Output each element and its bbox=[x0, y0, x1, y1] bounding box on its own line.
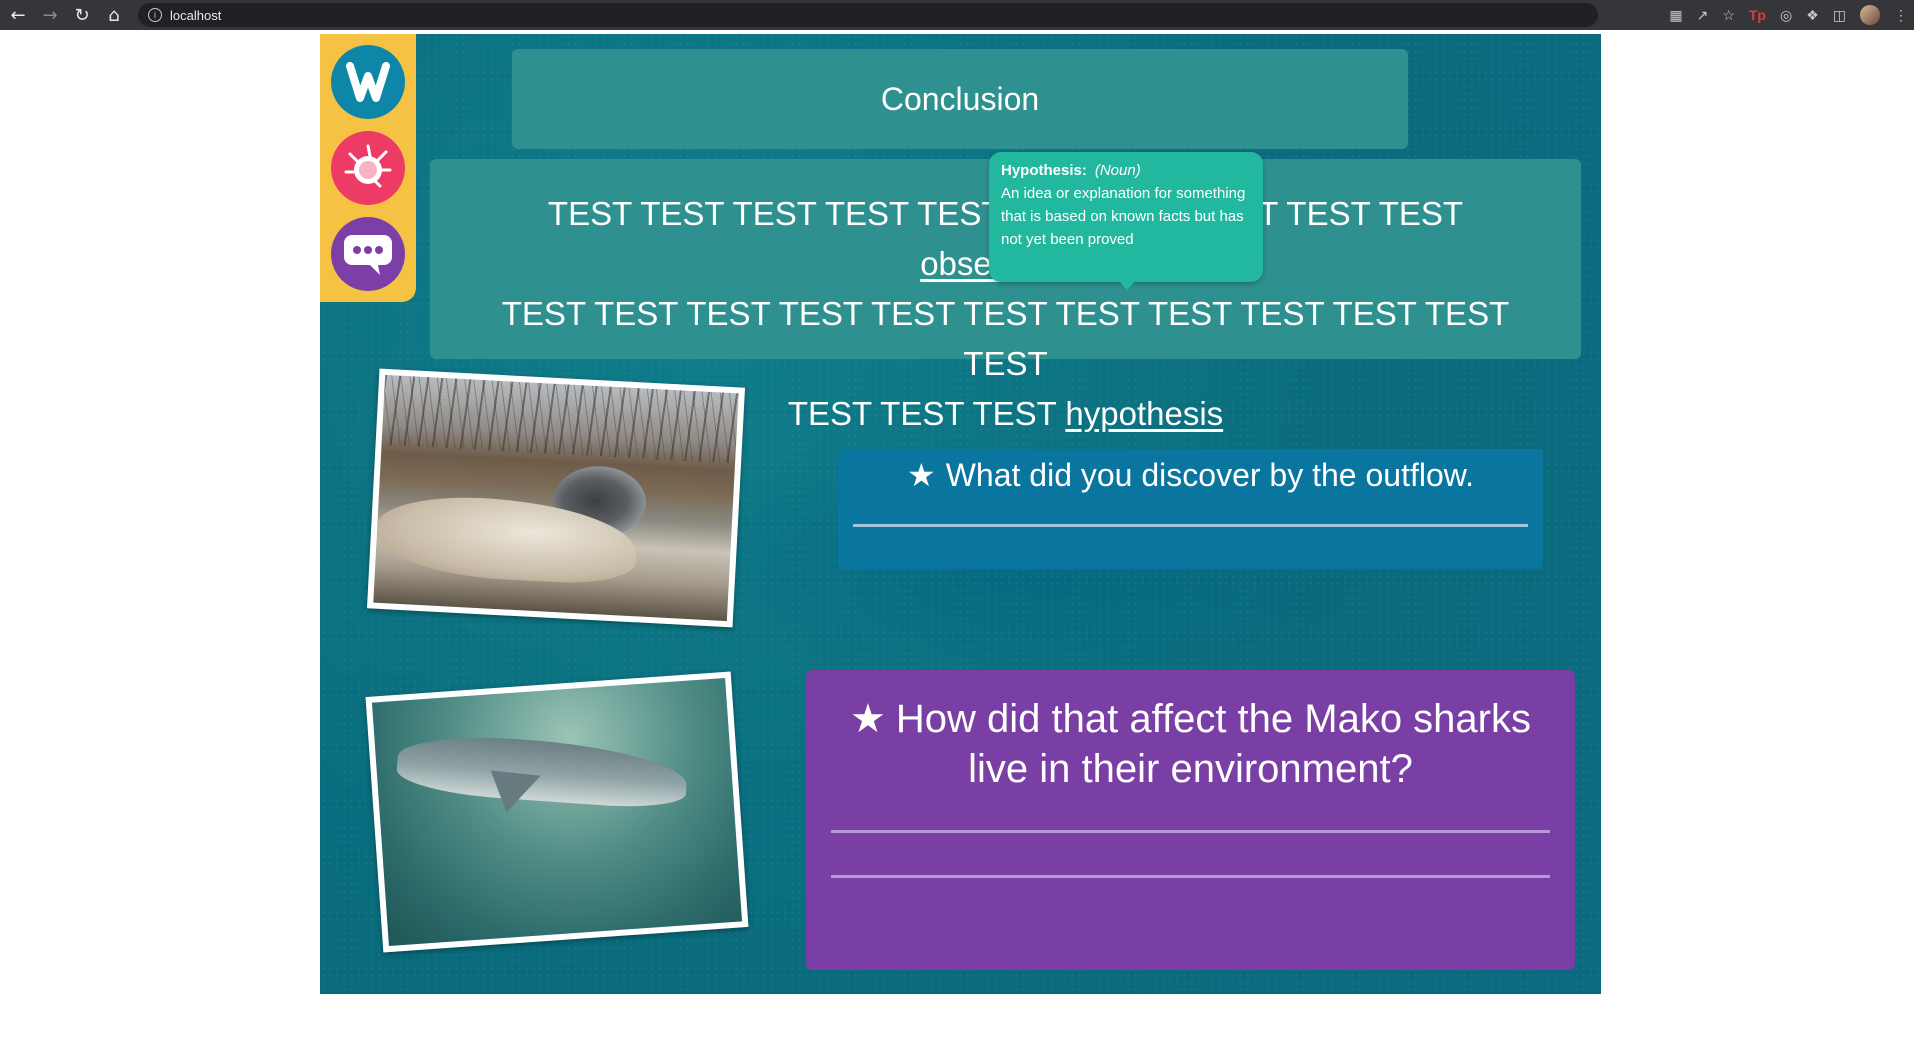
splat-icon bbox=[344, 144, 392, 188]
question-card-mako: ★ How did that affect the Mako sharks liv… bbox=[806, 670, 1575, 970]
shark-photo bbox=[365, 671, 749, 953]
profile-avatar[interactable] bbox=[1860, 5, 1880, 25]
answer-line[interactable] bbox=[853, 524, 1528, 527]
forward-arrow-icon[interactable]: → bbox=[36, 1, 64, 29]
title-banner: Conclusion bbox=[512, 49, 1408, 149]
question-text-outflow: ★ What did you discover by the outflow. bbox=[838, 455, 1543, 495]
address-bar[interactable]: i localhost bbox=[138, 3, 1598, 27]
shark-photo-image bbox=[371, 677, 743, 947]
tooltip-definition: An idea or explanation for something tha… bbox=[1001, 185, 1246, 248]
side-panel-icon[interactable]: ◫ bbox=[1833, 7, 1846, 24]
menu-kebab-icon[interactable]: ⋮ bbox=[1894, 7, 1908, 24]
logo-w-button[interactable] bbox=[331, 45, 405, 119]
question-card-outflow: ★ What did you discover by the outflow. bbox=[838, 449, 1543, 569]
splat-button[interactable] bbox=[331, 131, 405, 205]
extensions-area: ▦ ↗ ☆ Tp ◎ ❖ ◫ ⋮ bbox=[1669, 5, 1908, 25]
page-title: Conclusion bbox=[880, 80, 1040, 117]
translate-icon[interactable]: ▦ bbox=[1669, 7, 1682, 24]
url-text: localhost bbox=[170, 7, 222, 23]
browser-toolbar: ← → ↻ ⌂ i localhost ▦ ↗ ☆ Tp ◎ ❖ ◫ ⋮ bbox=[0, 0, 1914, 30]
outflow-photo bbox=[366, 368, 746, 628]
extension-glasses-icon[interactable]: ◎ bbox=[1780, 7, 1792, 24]
outflow-photo-image bbox=[373, 374, 739, 622]
question-2-text: How did that affect the Mako sharks live… bbox=[895, 697, 1531, 791]
definition-tooltip: Hypothesis: (Noun) An idea or explanation… bbox=[989, 152, 1263, 290]
tooltip-term: Hypothesis: bbox=[1001, 162, 1087, 179]
chat-button[interactable] bbox=[331, 217, 405, 291]
question-text-mako: ★ How did that affect the Mako sharks liv… bbox=[826, 694, 1555, 794]
logo-w-icon bbox=[346, 62, 390, 102]
passage-line3: TEST TEST TEST bbox=[787, 395, 1066, 432]
back-arrow-icon[interactable]: ← bbox=[4, 1, 32, 29]
question-1-text: What did you discover by the outflow. bbox=[945, 457, 1474, 493]
passage-line2: TEST TEST TEST TEST TEST TEST TEST TEST … bbox=[501, 295, 1510, 382]
answer-line[interactable] bbox=[831, 875, 1550, 878]
reload-icon[interactable]: ↻ bbox=[68, 1, 96, 29]
tooltip-part-of-speech: (Noun) bbox=[1094, 162, 1141, 179]
tooltip-arrow bbox=[1119, 281, 1135, 290]
home-icon[interactable]: ⌂ bbox=[100, 1, 128, 29]
side-rail bbox=[320, 34, 416, 302]
extensions-puzzle-icon[interactable]: ❖ bbox=[1806, 7, 1819, 24]
extension-tp-icon[interactable]: Tp bbox=[1749, 7, 1766, 23]
vocab-word-hypothesis[interactable]: hypothesis bbox=[1065, 395, 1223, 432]
site-info-icon[interactable]: i bbox=[148, 8, 162, 22]
lesson-stage: Conclusion TEST TEST TEST TEST TEST TEST… bbox=[320, 34, 1601, 994]
answer-line[interactable] bbox=[831, 830, 1550, 833]
star-icon: ★ bbox=[850, 697, 886, 741]
share-icon[interactable]: ↗ bbox=[1697, 7, 1709, 24]
chat-bubble-icon bbox=[344, 235, 392, 275]
bookmark-star-icon[interactable]: ☆ bbox=[1722, 7, 1735, 24]
star-icon: ★ bbox=[907, 457, 936, 493]
